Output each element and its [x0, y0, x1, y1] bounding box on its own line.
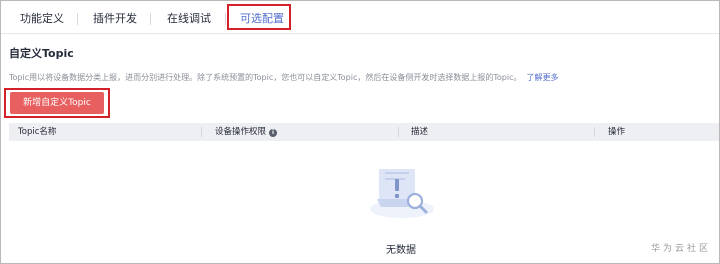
column-header-permission: 设备操作权限 i — [215, 123, 278, 141]
tab-plugin-development[interactable]: 插件开发 — [93, 11, 137, 27]
column-header-permission-label: 设备操作权限 — [215, 127, 267, 137]
info-icon[interactable]: i — [269, 129, 278, 137]
tab-divider — [225, 13, 226, 25]
description-text: Topic用以将设备数据分类上报，进而分别进行处理。除了系统预置的Topic，您… — [9, 73, 522, 82]
watermark: 华为云社区 — [651, 244, 712, 254]
column-header-actions: 操作 — [608, 127, 626, 137]
highlight-box-tab — [227, 4, 291, 30]
tabs-divider-line — [1, 33, 719, 34]
tab-online-debug[interactable]: 在线调试 — [167, 11, 211, 27]
column-divider — [594, 127, 595, 137]
tab-divider — [77, 13, 78, 25]
empty-state-text: 无数据 — [386, 245, 416, 256]
column-divider — [201, 127, 202, 137]
section-title: 自定义Topic — [9, 47, 74, 60]
add-custom-topic-button[interactable]: 新增自定义Topic — [10, 92, 104, 114]
app-frame: 功能定义 插件开发 在线调试 可选配置 自定义Topic Topic用以将设备数… — [0, 0, 720, 264]
column-header-description: 描述 — [411, 127, 429, 137]
table-header: Topic名称 设备操作权限 i 描述 操作 — [9, 123, 719, 141]
learn-more-link[interactable]: 了解更多 — [526, 73, 558, 82]
column-header-topic-name: Topic名称 — [18, 127, 57, 137]
tab-divider — [150, 13, 151, 25]
column-divider — [398, 127, 399, 137]
empty-data-icon — [370, 169, 434, 218]
tab-function-definition[interactable]: 功能定义 — [20, 11, 64, 27]
section-description: Topic用以将设备数据分类上报，进而分别进行处理。除了系统预置的Topic，您… — [9, 72, 558, 83]
tab-bar: 功能定义 插件开发 在线调试 可选配置 — [1, 1, 719, 35]
